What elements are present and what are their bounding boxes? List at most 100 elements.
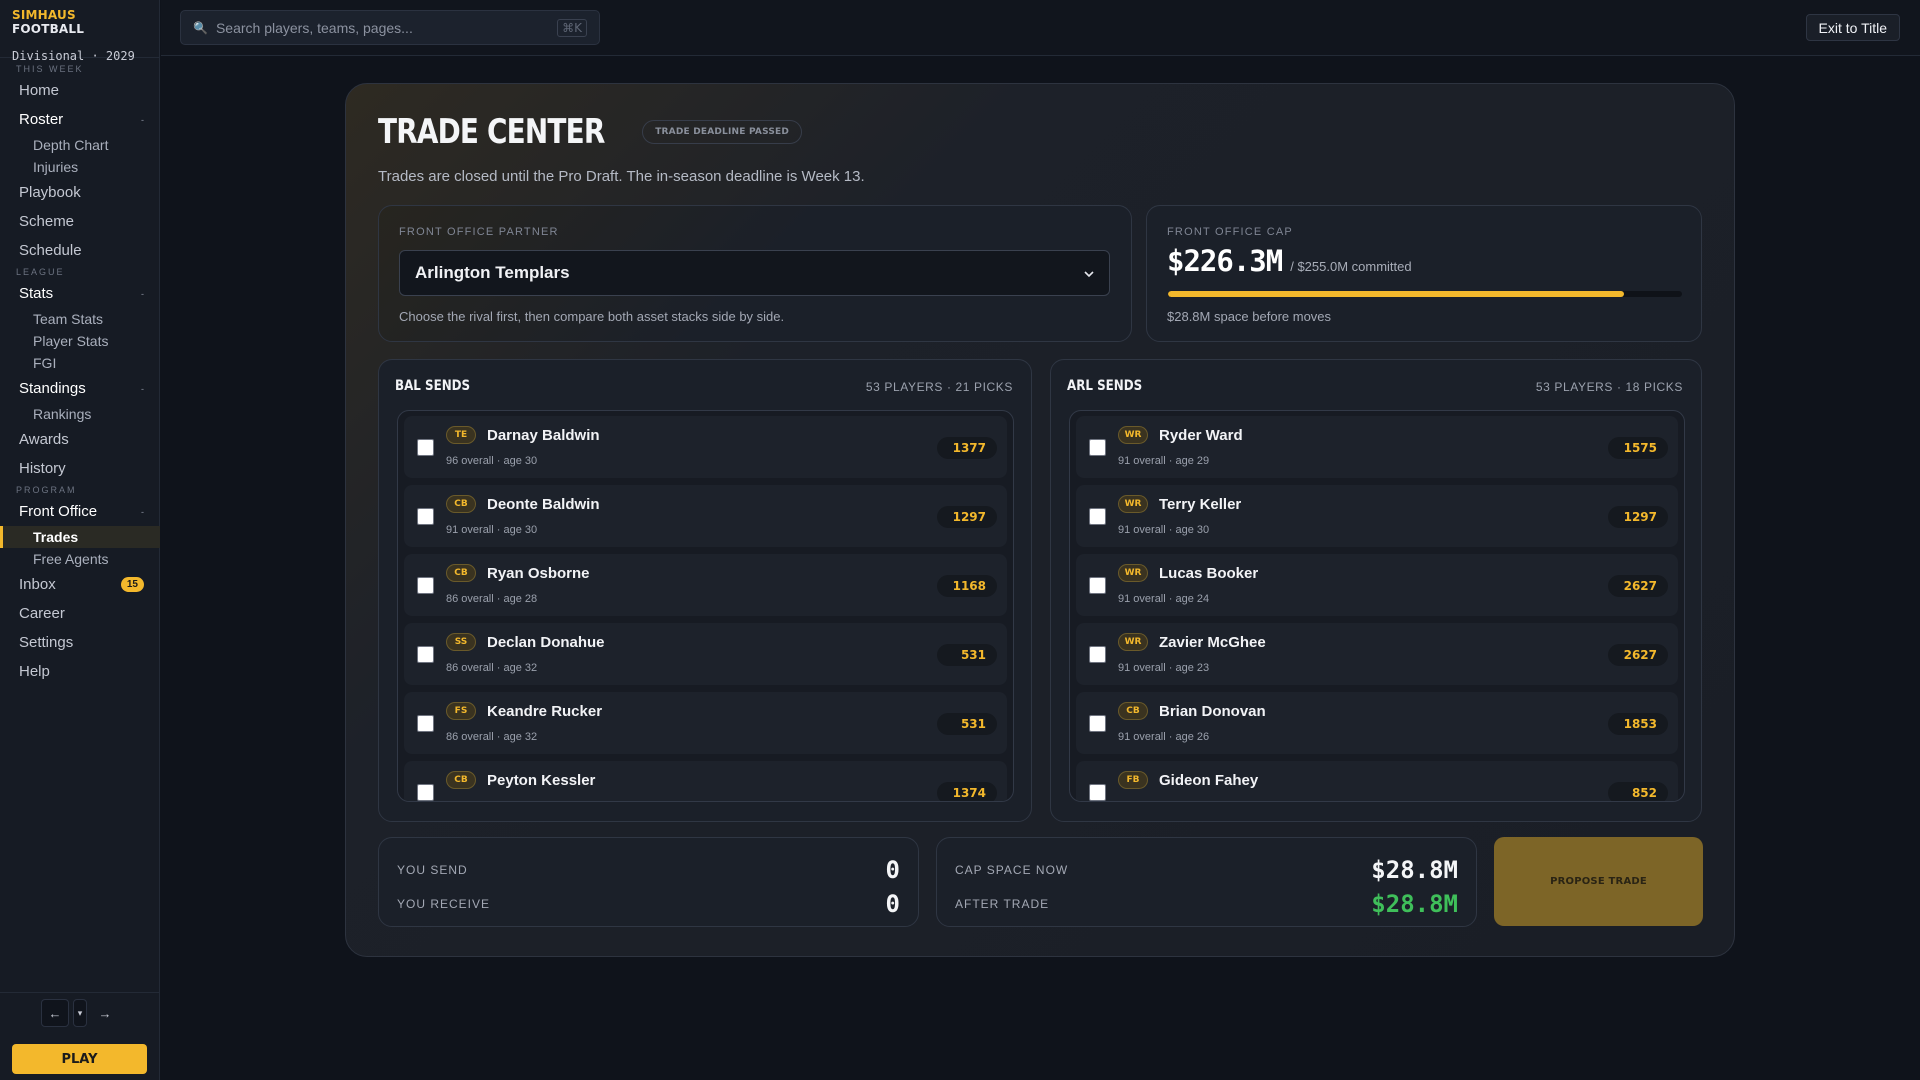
player-row[interactable]: CB Peyton Kessler 1374 — [404, 761, 1007, 801]
sidebar-item-history[interactable]: History — [0, 454, 160, 483]
sidebar-item-schedule[interactable]: Schedule — [0, 236, 160, 265]
cap-space-note: $28.8M space before moves — [1167, 309, 1332, 324]
after-trade-label: AFTER TRADE — [955, 897, 1050, 911]
player-select-checkbox[interactable] — [417, 646, 434, 663]
brand: SIMHAUS FOOTBALL Divisional · 2029 — [0, 0, 159, 63]
trade-value-badge: 2627 — [1608, 644, 1668, 666]
player-row[interactable]: CB Deonte Baldwin 91 overall · age 30 1297 — [404, 485, 1007, 547]
player-select-checkbox[interactable] — [1089, 646, 1106, 663]
sidebar-item-team-stats[interactable]: Team Stats — [0, 308, 160, 330]
trade-value-badge: 1575 — [1608, 437, 1668, 459]
player-row[interactable]: FS Keandre Rucker 86 overall · age 32 531 — [404, 692, 1007, 754]
exit-to-title-button[interactable]: Exit to Title — [1805, 14, 1900, 41]
player-row[interactable]: WR Zavier McGhee 91 overall · age 23 2627 — [1076, 623, 1678, 685]
history-dropdown-icon[interactable]: ▾ — [73, 999, 87, 1027]
player-select-checkbox[interactable] — [1089, 439, 1106, 456]
sidebar: SIMHAUS FOOTBALL Divisional · 2029 THIS … — [0, 0, 160, 1080]
sidebar-item-label: Settings — [19, 634, 74, 651]
sidebar-item-depth-chart[interactable]: Depth Chart — [0, 134, 160, 156]
trade-value-badge: 1377 — [937, 437, 997, 459]
cap-now-label: CAP SPACE NOW — [955, 863, 1069, 877]
partner-select[interactable]: Arlington Templars — [399, 250, 1110, 296]
partner-help-text: Choose the rival first, then compare bot… — [399, 309, 785, 324]
sidebar-item-player-stats[interactable]: Player Stats — [0, 330, 160, 352]
player-name: Zavier McGhee — [1159, 634, 1266, 651]
bal-player-list[interactable]: TE Darnay Baldwin 96 overall · age 30 1377 C… — [397, 410, 1014, 802]
cap-committed: / $255.0M committed — [1290, 259, 1412, 274]
player-meta: 91 overall · age 26 — [1118, 731, 1210, 743]
shortcut-hint: ⌘K — [557, 18, 587, 37]
player-select-checkbox[interactable] — [1089, 784, 1106, 801]
season-label: Divisional · 2029 — [12, 49, 135, 63]
player-select-checkbox[interactable] — [417, 577, 434, 594]
forward-arrow-icon[interactable]: → — [91, 999, 119, 1027]
sidebar-item-label: Front Office — [19, 503, 98, 520]
sidebar-item-home[interactable]: Home — [0, 76, 160, 105]
sidebar-item-label: Home — [19, 82, 60, 99]
sidebar-item-career[interactable]: Career — [0, 599, 160, 628]
sidebar-item-label: Inbox — [19, 576, 56, 593]
sidebar-item-rankings[interactable]: Rankings — [0, 403, 160, 425]
sidebar-item-help[interactable]: Help — [0, 657, 160, 686]
player-select-checkbox[interactable] — [1089, 508, 1106, 525]
player-row[interactable]: WR Ryder Ward 91 overall · age 29 1575 — [1076, 416, 1678, 478]
collapse-icon[interactable]: - — [141, 384, 144, 394]
search-box[interactable]: 🔍 ⌘K — [180, 10, 600, 45]
back-arrow-icon[interactable]: ← — [41, 999, 69, 1027]
sidebar-item-label: Standings — [19, 380, 86, 397]
inbox-count-badge: 15 — [120, 577, 144, 592]
sidebar-item-free-agents[interactable]: Free Agents — [0, 548, 160, 570]
position-badge: CB — [446, 771, 476, 789]
sidebar-item-fgi[interactable]: FGI — [0, 352, 160, 374]
arl-sends-title: ARL SENDS — [1067, 378, 1143, 394]
you-send-value: 0 — [885, 856, 900, 884]
trade-value-badge: 1297 — [1608, 506, 1668, 528]
player-select-checkbox[interactable] — [417, 715, 434, 732]
sidebar-nav: THIS WEEK Home Roster - Depth Chart Injur… — [0, 62, 160, 686]
sidebar-item-scheme[interactable]: Scheme — [0, 207, 160, 236]
collapse-icon[interactable]: - — [141, 289, 144, 299]
player-row[interactable]: CB Brian Donovan 91 overall · age 26 1853 — [1076, 692, 1678, 754]
sidebar-item-front-office[interactable]: Front Office - — [0, 497, 160, 526]
player-meta: 86 overall · age 32 — [446, 662, 538, 674]
player-select-checkbox[interactable] — [417, 784, 434, 801]
player-row[interactable]: CB Ryan Osborne 86 overall · age 28 1168 — [404, 554, 1007, 616]
player-select-checkbox[interactable] — [1089, 715, 1106, 732]
player-row[interactable]: SS Declan Donahue 86 overall · age 32 531 — [404, 623, 1007, 685]
sidebar-item-label: Scheme — [19, 213, 75, 230]
player-name: Keandre Rucker — [487, 703, 603, 720]
page-subtitle: Trades are closed until the Pro Draft. T… — [378, 168, 865, 185]
player-select-checkbox[interactable] — [417, 508, 434, 525]
search-input[interactable] — [215, 19, 558, 36]
player-row[interactable]: FB Gideon Fahey 852 — [1076, 761, 1678, 801]
cap-progress-fill — [1168, 291, 1624, 297]
arl-player-list[interactable]: WR Ryder Ward 91 overall · age 29 1575 WR Ter… — [1069, 410, 1685, 802]
player-meta: 96 overall · age 30 — [446, 455, 538, 467]
sidebar-item-roster[interactable]: Roster - — [0, 105, 160, 134]
sidebar-item-injuries[interactable]: Injuries — [0, 156, 160, 178]
player-select-checkbox[interactable] — [417, 439, 434, 456]
player-select-checkbox[interactable] — [1089, 577, 1106, 594]
player-name: Darnay Baldwin — [487, 427, 600, 444]
position-badge: FS — [446, 702, 476, 720]
player-row[interactable]: WR Lucas Booker 91 overall · age 24 2627 — [1076, 554, 1678, 616]
sidebar-item-trades[interactable]: Trades — [0, 526, 160, 548]
collapse-icon[interactable]: - — [141, 507, 144, 517]
sidebar-item-label: Stats — [19, 285, 54, 302]
propose-trade-button[interactable]: PROPOSE TRADE — [1494, 837, 1703, 926]
player-row[interactable]: WR Terry Keller 91 overall · age 30 1297 — [1076, 485, 1678, 547]
sidebar-item-stats[interactable]: Stats - — [0, 279, 160, 308]
sidebar-item-inbox[interactable]: Inbox 15 — [0, 570, 160, 599]
sidebar-item-playbook[interactable]: Playbook — [0, 178, 160, 207]
play-button[interactable]: PLAY — [12, 1044, 147, 1074]
position-badge: CB — [446, 495, 476, 513]
sidebar-item-awards[interactable]: Awards — [0, 425, 160, 454]
player-name: Declan Donahue — [487, 634, 605, 651]
collapse-icon[interactable]: - — [141, 115, 144, 125]
player-row[interactable]: TE Darnay Baldwin 96 overall · age 30 1377 — [404, 416, 1007, 478]
sidebar-item-label: Help — [19, 663, 50, 680]
sidebar-item-standings[interactable]: Standings - — [0, 374, 160, 403]
sidebar-item-settings[interactable]: Settings — [0, 628, 160, 657]
bal-sends-title: BAL SENDS — [395, 378, 471, 394]
trade-center-panel: TRADE CENTER TRADE DEADLINE PASSED Trade… — [345, 83, 1735, 957]
